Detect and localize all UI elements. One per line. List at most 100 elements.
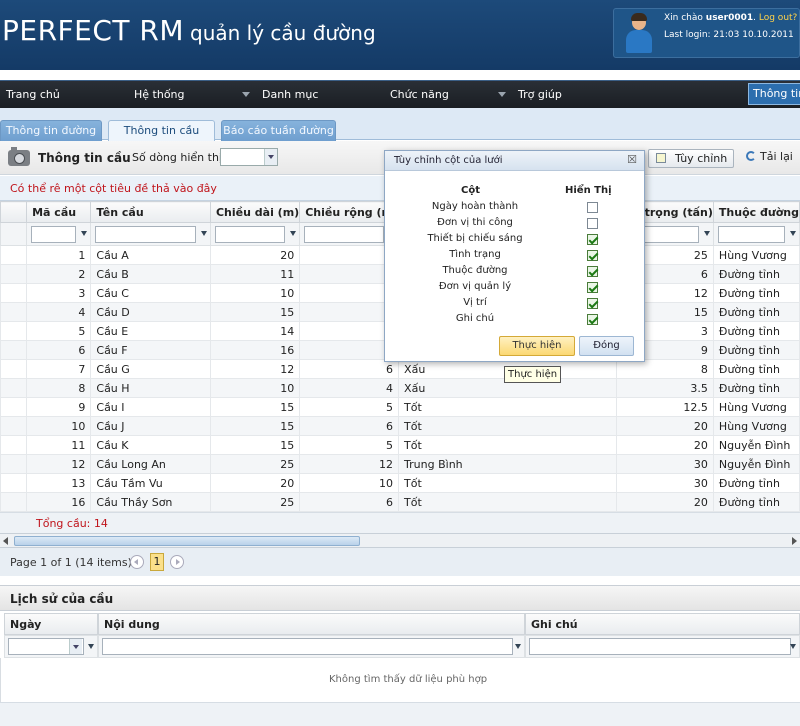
scroll-thumb[interactable] <box>14 536 360 546</box>
row-indicator[interactable] <box>0 454 28 474</box>
menu-item-help[interactable]: Trợ giúp <box>518 81 562 109</box>
dialog-title-bar[interactable]: Tùy chỉnh cột của lưới ☒ <box>385 151 644 171</box>
table-cell-col-bridge-name: Cầu A <box>90 245 211 265</box>
chevron-down-icon[interactable] <box>264 149 277 165</box>
history-col-content[interactable]: Nội dung <box>98 613 525 635</box>
filter-input[interactable] <box>95 225 196 243</box>
history-filter-note <box>525 635 800 658</box>
dialog-item-checkbox[interactable] <box>587 298 598 309</box>
history-col-note[interactable]: Ghi chú <box>525 613 800 635</box>
table-row[interactable]: 11 Cầu K 15 5 Tốt 20 Nguyễn Đình <box>0 435 800 455</box>
grid-header-col-bridge-code[interactable]: Mã cầu <box>26 201 92 223</box>
row-indicator[interactable] <box>0 435 28 455</box>
app-header: PERFECT RM quản lý cầu đường Xin chào use… <box>0 0 800 70</box>
tab-road-weekly-report[interactable]: Báo cáo tuần đường <box>221 120 336 141</box>
menu-item-system[interactable]: Hệ thống <box>134 81 185 109</box>
refresh-icon <box>746 151 756 161</box>
filter-icon[interactable] <box>81 231 88 236</box>
table-cell-col-length: 25 <box>209 492 301 512</box>
row-indicator[interactable] <box>0 245 28 265</box>
info-button[interactable]: Thông tin <box>748 83 800 105</box>
menu-item-catalog[interactable]: Danh mục <box>262 81 318 109</box>
dialog-item-checkbox[interactable] <box>587 314 598 325</box>
next-page-icon[interactable] <box>170 555 184 569</box>
row-indicator[interactable] <box>0 397 28 417</box>
row-indicator[interactable] <box>0 283 28 303</box>
table-cell-col-load: 30 <box>616 473 714 493</box>
table-cell-col-bridge-code: 11 <box>26 435 92 455</box>
row-indicator[interactable] <box>0 473 28 493</box>
note-filter-input[interactable] <box>529 638 791 655</box>
customize-button[interactable]: Tùy chỉnh <box>648 149 734 168</box>
page-number-button[interactable]: 1 <box>150 553 164 571</box>
filter-icon[interactable] <box>88 644 94 649</box>
scroll-left-icon[interactable] <box>3 537 8 545</box>
grid-header-col-bridge-name[interactable]: Tên cầu <box>90 201 211 223</box>
dialog-item-checkbox[interactable] <box>587 282 598 293</box>
brand-subtitle: quản lý cầu đường <box>190 21 376 45</box>
rows-per-page-label: Số dòng hiển thị: <box>132 151 226 164</box>
dialog-item-checkbox[interactable] <box>587 266 598 277</box>
content-filter-input[interactable] <box>102 638 513 655</box>
row-indicator[interactable] <box>0 492 28 512</box>
rows-per-page-select[interactable] <box>220 148 278 166</box>
dialog-item-checkbox[interactable] <box>587 234 598 245</box>
table-cell-col-length: 12 <box>209 359 301 379</box>
tab-bridge-info[interactable]: Thông tin cầu <box>108 120 215 142</box>
filter-input[interactable] <box>214 225 286 243</box>
close-button[interactable]: Đóng <box>579 336 634 356</box>
history-col-date[interactable]: Ngày <box>4 613 98 635</box>
apply-tooltip: Thực hiện <box>504 366 562 383</box>
user-avatar-icon <box>626 13 652 53</box>
table-cell-col-width: 6 <box>299 359 400 379</box>
table-cell-col-length: 11 <box>209 264 301 284</box>
filter-icon[interactable] <box>200 231 207 236</box>
table-row[interactable]: 9 Cầu I 15 5 Tốt 12.5 Hùng Vương <box>0 397 800 417</box>
table-row[interactable]: 16 Cầu Thầy Sơn 25 6 Tốt 20 Đường tỉnh <box>0 492 800 512</box>
scroll-right-icon[interactable] <box>792 537 797 545</box>
filter-icon[interactable] <box>515 644 521 649</box>
table-row[interactable]: 10 Cầu J 15 6 Tốt 20 Hùng Vương <box>0 416 800 436</box>
close-icon[interactable]: ☒ <box>626 154 638 166</box>
filter-input[interactable] <box>304 225 385 243</box>
row-indicator[interactable] <box>0 378 28 398</box>
table-cell-col-road: Hùng Vương <box>712 245 800 265</box>
menu-item-functions[interactable]: Chức năng <box>390 81 449 109</box>
row-indicator[interactable] <box>0 264 28 284</box>
filter-icon[interactable] <box>703 231 710 236</box>
dialog-item-checkbox[interactable] <box>587 250 598 261</box>
chevron-down-icon[interactable] <box>498 92 506 97</box>
horizontal-scrollbar[interactable] <box>0 533 800 548</box>
dialog-item-checkbox[interactable] <box>587 218 598 229</box>
dialog-item-checkbox[interactable] <box>587 202 598 213</box>
table-row[interactable]: 13 Cầu Tầm Vu 20 10 Tốt 30 Đường tỉnh <box>0 473 800 493</box>
prev-page-icon[interactable] <box>130 555 144 569</box>
grid-header-col-length[interactable]: Chiều dài (m) <box>209 201 301 223</box>
table-cell-col-length: 20 <box>209 473 301 493</box>
table-cell-col-length: 20 <box>209 245 301 265</box>
row-indicator[interactable] <box>0 302 28 322</box>
filter-input[interactable] <box>31 225 77 243</box>
apply-button[interactable]: Thực hiện <box>499 336 575 356</box>
row-indicator[interactable] <box>0 340 28 360</box>
row-indicator[interactable] <box>0 416 28 436</box>
table-cell-col-length: 16 <box>209 340 301 360</box>
row-indicator[interactable] <box>0 359 28 379</box>
filter-icon[interactable] <box>790 231 796 236</box>
filter-icon[interactable] <box>790 644 796 649</box>
reload-button[interactable]: Tải lại <box>746 150 793 163</box>
table-cell-col-condition: Tốt <box>398 416 618 436</box>
table-row[interactable]: 12 Cầu Long An 25 12 Trung Bình 30 Nguyễn Đình <box>0 454 800 474</box>
menu-item-home[interactable]: Trang chủ <box>6 81 60 109</box>
table-row[interactable]: 7 Cầu G 12 6 Xấu 8 Đường tỉnh <box>0 359 800 379</box>
tab-road-info[interactable]: Thông tin đường <box>0 120 102 141</box>
grid-header-col-road[interactable]: Thuộc đường <box>712 201 800 223</box>
logout-link[interactable]: Log out? <box>759 13 797 23</box>
table-row[interactable]: 8 Cầu H 10 4 Xấu 3.5 Đường tỉnh <box>0 378 800 398</box>
row-indicator[interactable] <box>0 321 28 341</box>
filter-icon[interactable] <box>290 231 297 236</box>
chevron-down-icon[interactable] <box>69 639 82 654</box>
table-cell-col-load: 20 <box>616 416 714 436</box>
filter-input[interactable] <box>717 225 785 243</box>
chevron-down-icon[interactable] <box>242 92 250 97</box>
